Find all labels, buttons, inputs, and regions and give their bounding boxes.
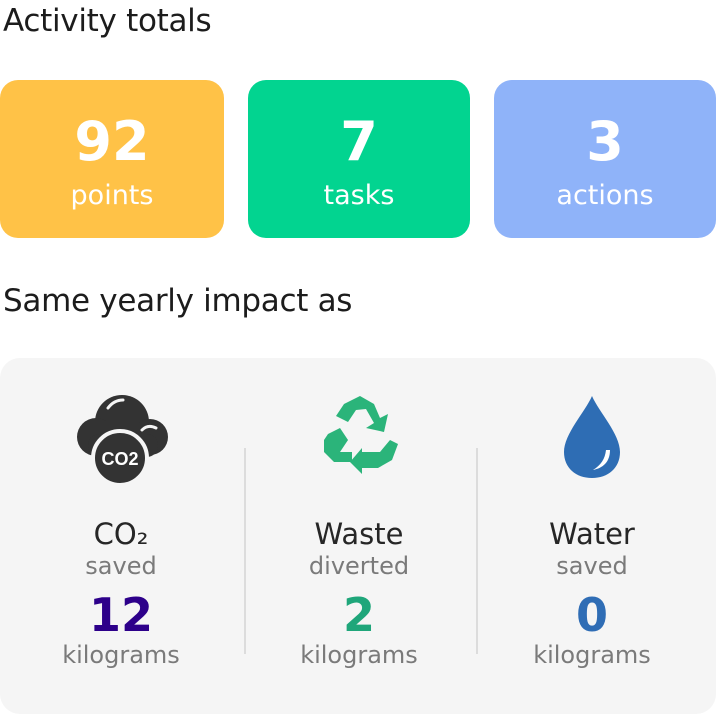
impact-unit: kilograms	[62, 641, 180, 669]
actions-label: actions	[556, 180, 654, 211]
impact-value: 2	[342, 588, 375, 642]
points-label: points	[70, 180, 154, 211]
impact-item-water: Water saved 0 kilograms	[473, 358, 711, 714]
impact-title: Waste	[314, 517, 404, 551]
impact-unit: kilograms	[300, 641, 418, 669]
yearly-impact-heading: Same yearly impact as	[3, 283, 353, 319]
impact-panel: CO2 CO₂ saved 12 kilograms Waste diverte…	[0, 358, 716, 714]
points-value: 92	[74, 110, 150, 173]
activity-totals-heading: Activity totals	[3, 3, 212, 39]
impact-value: 12	[88, 588, 153, 642]
tasks-tile: 7 tasks	[248, 80, 470, 238]
impact-title: Water	[549, 517, 635, 551]
co2-cloud-icon: CO2	[77, 395, 168, 487]
impact-unit: kilograms	[533, 641, 651, 669]
impact-value: 0	[575, 588, 608, 642]
points-tile: 92 points	[0, 80, 224, 238]
co2-icon-text: CO2	[101, 449, 138, 469]
impact-subtitle: diverted	[308, 552, 410, 580]
water-drop-icon	[564, 396, 620, 478]
impact-title: CO₂	[93, 517, 149, 551]
tasks-label: tasks	[323, 180, 395, 211]
actions-tile: 3 actions	[494, 80, 716, 238]
actions-value: 3	[586, 110, 624, 173]
recycle-icon	[324, 396, 398, 474]
impact-subtitle: saved	[85, 552, 157, 580]
tasks-value: 7	[340, 110, 378, 173]
activity-totals: 92 points 7 tasks 3 actions	[0, 80, 716, 238]
impact-subtitle: saved	[556, 552, 628, 580]
impact-item-waste: Waste diverted 2 kilograms	[240, 358, 478, 714]
impact-item-co2: CO2 CO₂ saved 12 kilograms	[2, 358, 240, 714]
